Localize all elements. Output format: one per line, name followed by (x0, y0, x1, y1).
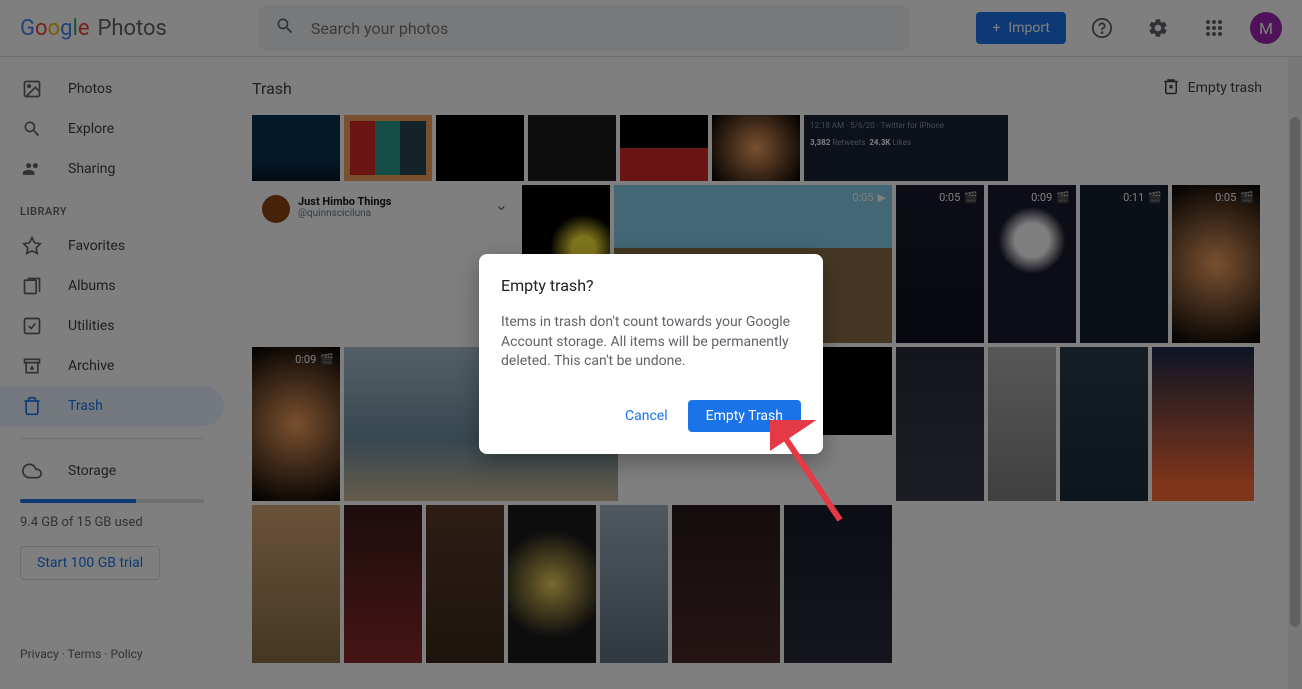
empty-trash-dialog: Empty trash? Items in trash don't count … (479, 254, 823, 454)
dialog-title: Empty trash? (501, 276, 801, 295)
cancel-button[interactable]: Cancel (613, 400, 680, 432)
empty-trash-confirm-button[interactable]: Empty Trash (688, 400, 801, 432)
dialog-body: Items in trash don't count towards your … (501, 313, 801, 372)
